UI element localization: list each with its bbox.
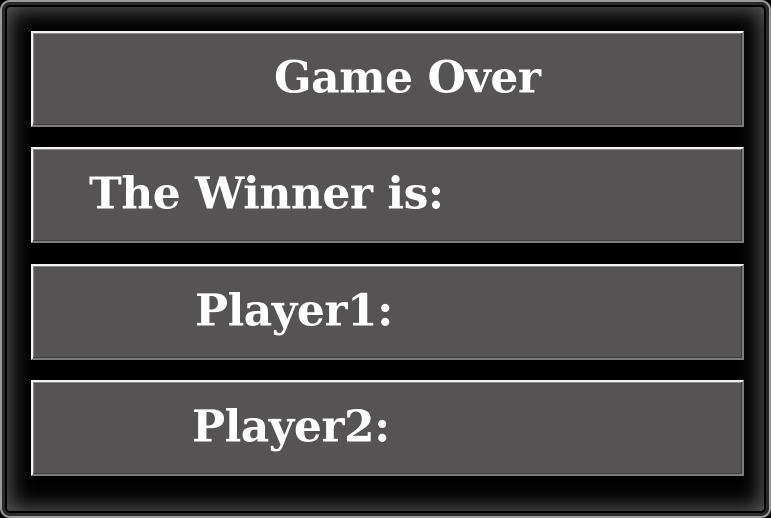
player1-label: Player1: [195,285,393,337]
game-over-dialog: Game Over The Winner is: Player1: Player… [0,0,771,518]
winner-label: The Winner is: [89,168,444,220]
game-over-title: Game Over [274,52,541,104]
player2-label: Player2: [192,401,390,453]
player2-panel: Player2: [31,380,744,476]
player1-panel: Player1: [31,264,744,360]
title-panel: Game Over [31,31,744,127]
winner-panel: The Winner is: [31,147,744,243]
